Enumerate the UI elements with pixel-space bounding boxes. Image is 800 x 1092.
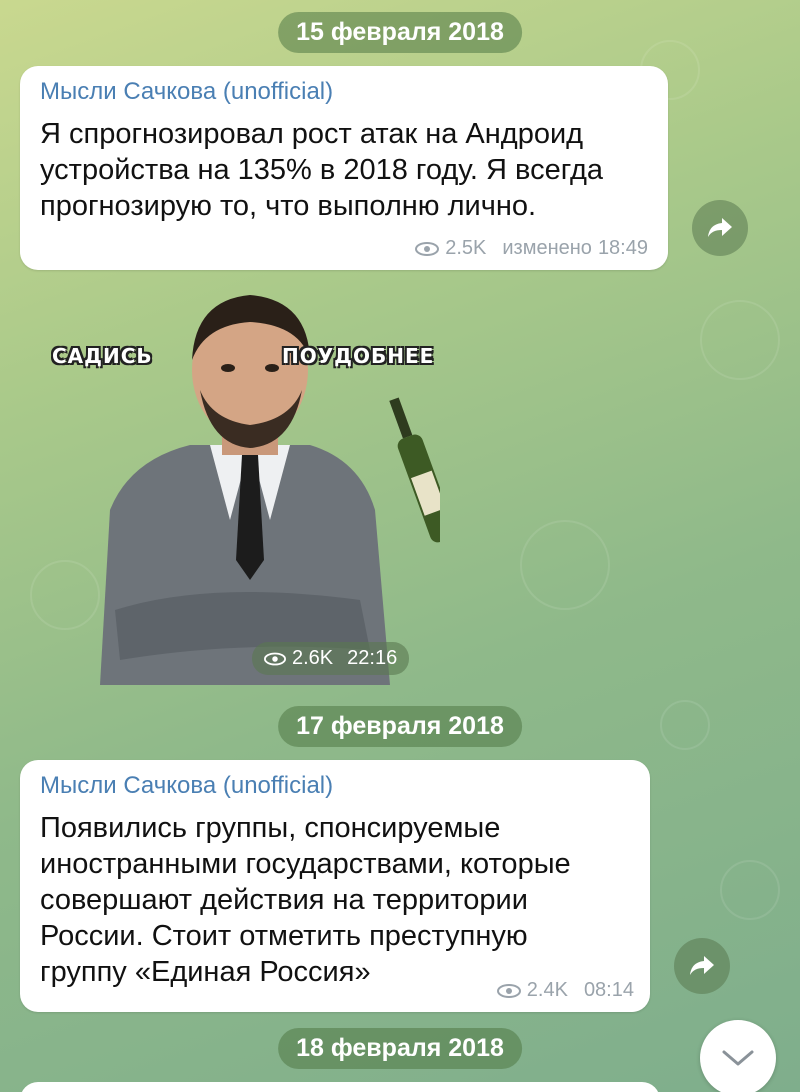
message-meta: 2.4K 08:14 (496, 979, 634, 1002)
share-arrow-icon (690, 956, 714, 975)
view-count: 2.4K (526, 979, 568, 1001)
message-text: Я спрогнозировал рост атак на Андроид ус… (40, 118, 604, 222)
sticker[interactable]: САДИСЬ ПОУДОБНЕЕ 2.6K 22:16 (52, 280, 456, 690)
message-bubble[interactable]: Мысли Сачкова (unofficial) Появились гру… (20, 760, 650, 1012)
message-time: 22:16 (347, 647, 398, 669)
message-meta: 2.5K изменено 18:49 (415, 237, 648, 260)
scroll-down-button[interactable] (700, 1020, 776, 1092)
date-separator: 18 февраля 2018 (278, 1028, 522, 1069)
date-separator: 15 февраля 2018 (278, 12, 522, 53)
chevron-down-icon (722, 1050, 754, 1066)
share-arrow-icon (708, 218, 732, 237)
view-count: 2.6K (292, 647, 334, 669)
forward-button[interactable] (692, 200, 748, 256)
sticker-caption-right: ПОУДОБНЕЕ (282, 344, 435, 368)
message-bubble[interactable] (20, 1082, 660, 1092)
sticker-caption-left: САДИСЬ (52, 344, 153, 368)
eye-icon (415, 241, 440, 256)
message-bubble[interactable]: Мысли Сачкова (unofficial) Я спрогнозиро… (20, 66, 668, 270)
sticker-meta: 2.6K 22:16 (252, 642, 410, 675)
date-separator: 17 февраля 2018 (278, 706, 522, 747)
edited-label: изменено (502, 237, 592, 259)
forward-button[interactable] (674, 938, 730, 994)
eye-icon (496, 983, 521, 998)
sticker-image (100, 295, 456, 685)
message-time: 18:49 (597, 237, 648, 259)
view-count: 2.5K (445, 237, 487, 259)
message-text: Появились группы, спонсируемые иностранн… (40, 812, 571, 988)
channel-name[interactable]: Мысли Сачкова (unofficial) (40, 772, 630, 800)
channel-name[interactable]: Мысли Сачкова (unofficial) (40, 78, 648, 106)
message-time: 08:14 (583, 979, 634, 1001)
eye-icon (264, 652, 286, 665)
